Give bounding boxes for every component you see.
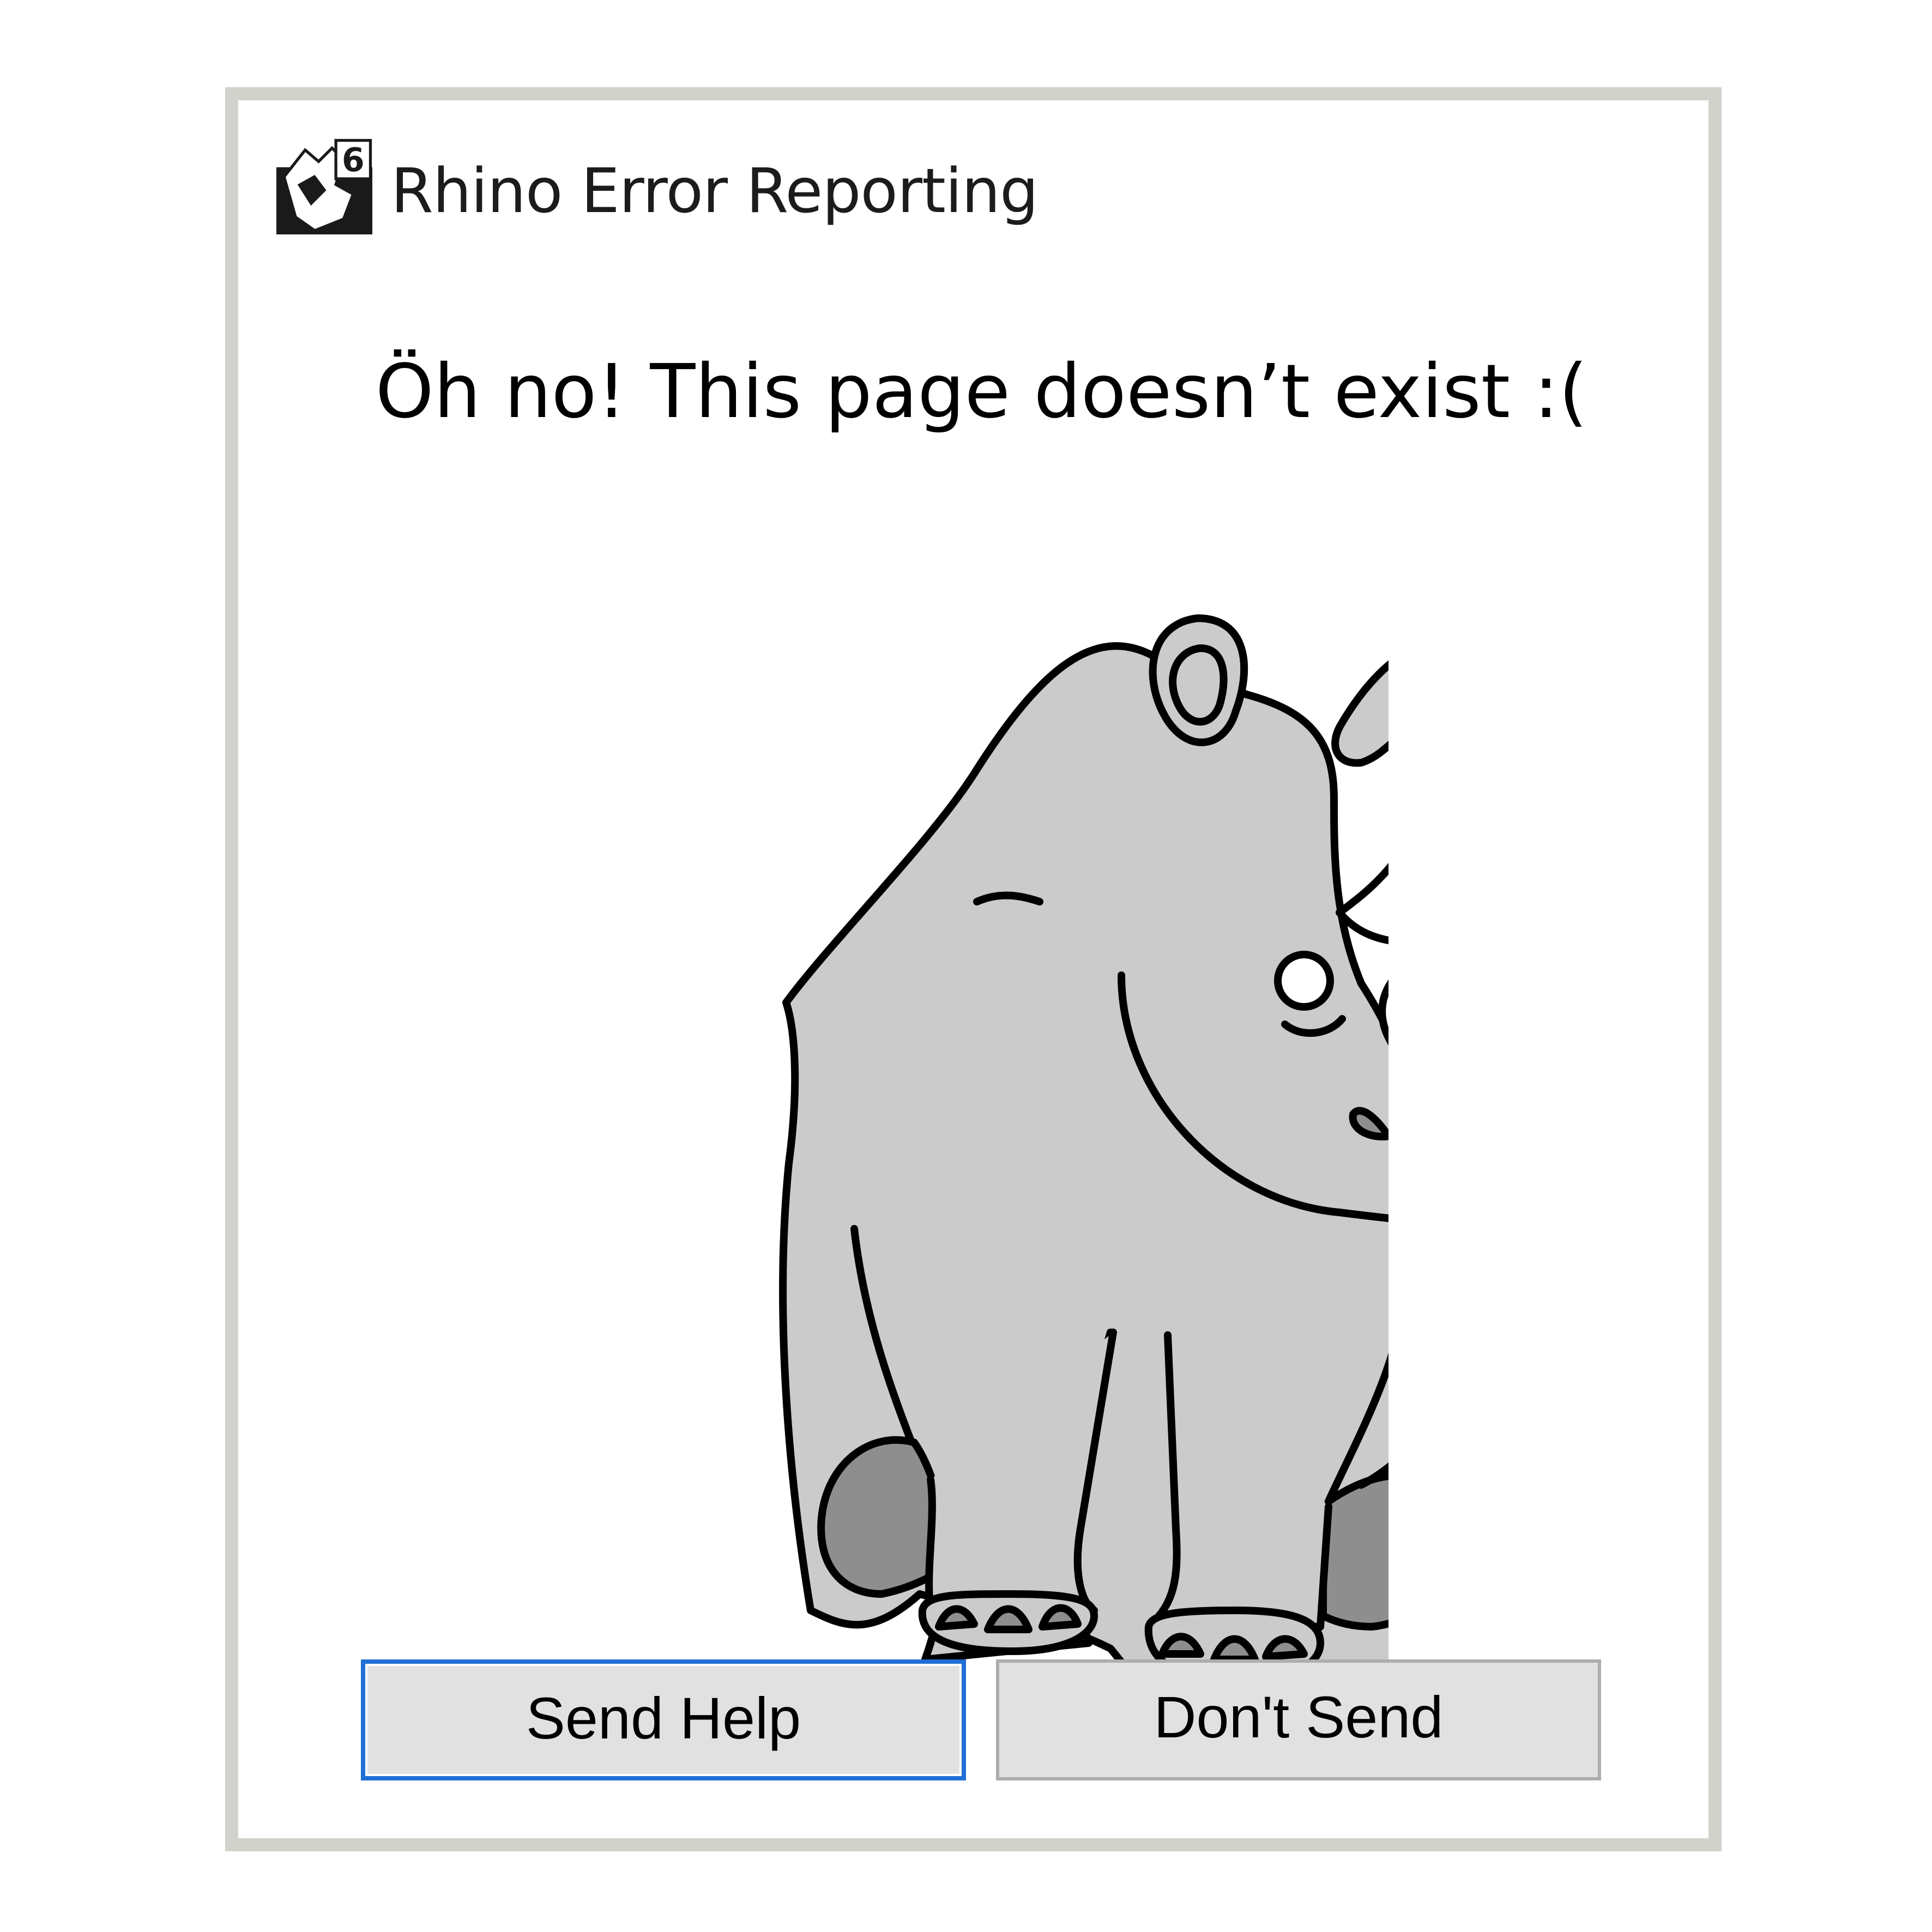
page: 6 Rhino Error Reporting Öh no! This page…: [0, 0, 1932, 1932]
send-help-button[interactable]: Send Help: [361, 1659, 966, 1780]
svg-text:6: 6: [342, 141, 365, 179]
rhino-6-icon: 6: [276, 138, 372, 234]
dialog-title: Rhino Error Reporting: [391, 156, 1039, 227]
dont-send-button[interactable]: Don't Send: [996, 1659, 1601, 1780]
error-message: Öh no! This page doesn’t exist :(: [375, 349, 1588, 435]
sad-rhino-illustration: [779, 614, 1388, 1703]
error-dialog: 6 Rhino Error Reporting Öh no! This page…: [225, 87, 1722, 1851]
